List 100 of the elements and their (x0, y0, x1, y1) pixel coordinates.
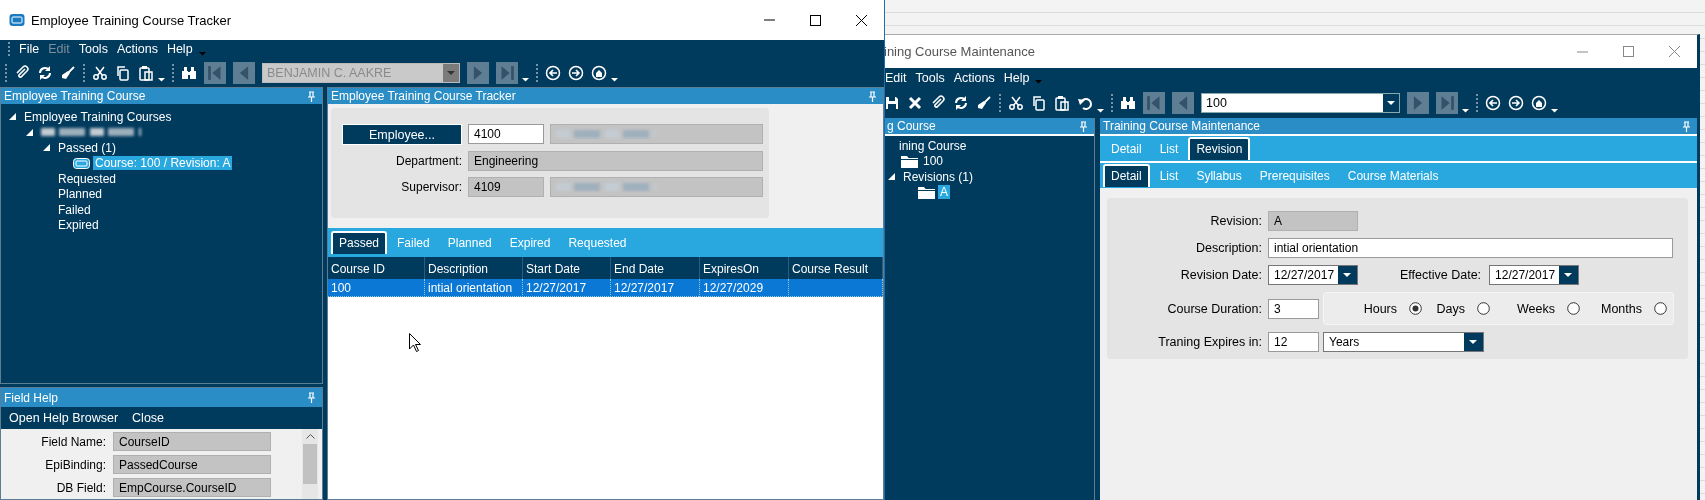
caret-icon[interactable] (1551, 108, 1558, 113)
dropdown-field[interactable]: Years (1323, 332, 1484, 352)
table-row[interactable]: 100 intial orientation 12/27/2017 12/27/2017 12/27/2029 (328, 279, 883, 297)
home-icon[interactable] (1531, 94, 1547, 111)
text-field[interactable]: CourseID (113, 432, 271, 451)
tree-item[interactable]: 100 (921, 154, 946, 169)
pin-icon[interactable] (868, 90, 877, 102)
radio-button[interactable] (1477, 302, 1490, 315)
date-field[interactable]: 12/27/2017 (1268, 265, 1358, 285)
dropdown-button[interactable] (1463, 333, 1483, 351)
date-field[interactable]: 12/27/2017 (1489, 265, 1580, 285)
scrollbar[interactable] (302, 429, 318, 499)
text-field[interactable]: PassedCourse (113, 455, 271, 474)
previous-record-button[interactable] (233, 61, 255, 84)
dropdown-button[interactable] (1383, 93, 1399, 112)
pin-icon[interactable] (1682, 120, 1691, 132)
binoculars-icon[interactable] (181, 64, 197, 81)
text-field[interactable]: Engineering (468, 151, 763, 171)
text-field[interactable]: intial orientation (1268, 238, 1673, 258)
expanded-icon[interactable] (43, 144, 50, 152)
radio-button[interactable] (1409, 302, 1422, 315)
tree-item[interactable]: Passed (1) (56, 140, 119, 155)
next-record-button[interactable] (1407, 91, 1429, 114)
text-field[interactable]: 3 (1268, 298, 1319, 319)
cut-icon[interactable] (1008, 94, 1024, 111)
field-label: EpiBinding: (44, 457, 106, 472)
dropdown-button[interactable] (1558, 266, 1579, 284)
close-icon[interactable] (855, 14, 867, 26)
broom-icon[interactable] (60, 64, 76, 81)
copy-icon[interactable] (115, 64, 131, 81)
field-label: Description: (1195, 241, 1262, 255)
menu-item[interactable]: Help (1003, 70, 1030, 85)
cut-icon[interactable] (92, 64, 108, 81)
forward-icon[interactable] (568, 64, 584, 81)
menu-item[interactable]: Tools (78, 42, 108, 56)
paperclip-icon[interactable] (14, 64, 30, 81)
back-icon[interactable] (1485, 94, 1501, 111)
menu-item[interactable]: Actions (116, 42, 158, 56)
pin-icon[interactable] (307, 90, 316, 102)
home-icon[interactable] (591, 64, 607, 81)
first-record-button[interactable] (1143, 91, 1165, 114)
text-field[interactable]: EmpCourse.CourseID (113, 478, 271, 497)
tree-item[interactable]: Expired (56, 218, 101, 233)
app-icon (9, 13, 25, 27)
field-label: Revision Date: (1179, 268, 1262, 282)
caret-icon[interactable] (158, 77, 165, 82)
table-cell: 12/27/2017 (611, 279, 700, 297)
minimize-icon[interactable] (763, 19, 775, 21)
tab[interactable]: Detail (1103, 164, 1150, 187)
broom-icon[interactable] (976, 94, 992, 111)
text-field[interactable]: 12 (1268, 332, 1319, 352)
expanded-icon[interactable] (26, 128, 33, 136)
toolbar-link[interactable]: Open Help Browser (9, 411, 119, 425)
delete-icon[interactable] (907, 94, 923, 111)
caret-icon[interactable] (611, 77, 618, 82)
next-record-button[interactable] (467, 61, 489, 84)
caret-icon[interactable] (522, 77, 529, 82)
tab[interactable]: Passed (331, 231, 388, 254)
radio-button[interactable] (1654, 302, 1667, 315)
refresh-icon[interactable] (953, 94, 969, 111)
caret-icon[interactable] (1462, 108, 1469, 113)
tab[interactable]: Revision (1188, 137, 1251, 160)
menu-item[interactable]: File (19, 42, 40, 56)
tree-item[interactable]: Requested (56, 171, 119, 186)
menu-item[interactable]: Edit (885, 70, 907, 85)
redacted-text[interactable] (39, 125, 143, 139)
back-icon[interactable] (545, 64, 561, 81)
paste-icon[interactable] (138, 64, 154, 81)
paste-icon[interactable] (1054, 94, 1070, 111)
scroll-up-icon[interactable] (305, 434, 315, 439)
text-field[interactable]: 4109 (468, 177, 544, 197)
toolbar-link[interactable]: Close (132, 411, 165, 425)
menu-item[interactable]: Help (166, 42, 193, 56)
refresh-icon[interactable] (37, 64, 53, 81)
radio-button[interactable] (1567, 302, 1580, 315)
first-record-button[interactable] (204, 61, 226, 84)
binoculars-icon[interactable] (1120, 94, 1136, 111)
save-icon[interactable] (884, 94, 900, 111)
paperclip-icon[interactable] (930, 94, 946, 111)
tree-item[interactable]: Revisions (1) (901, 169, 976, 184)
expanded-icon[interactable] (888, 173, 895, 181)
copy-icon[interactable] (1031, 94, 1047, 111)
forward-icon[interactable] (1508, 94, 1524, 111)
menu-item[interactable]: Tools (915, 70, 945, 85)
maximize-icon[interactable] (809, 14, 821, 26)
pin-icon[interactable] (1079, 120, 1088, 132)
tree-item[interactable]: Failed (56, 202, 93, 217)
text-field[interactable]: A (1268, 211, 1358, 231)
pin-icon[interactable] (307, 392, 316, 403)
employee-button[interactable]: Employee... (342, 124, 462, 145)
dropdown-button[interactable] (1337, 266, 1357, 284)
tree-item[interactable]: ining Course (897, 138, 969, 153)
tree-item[interactable]: Planned (56, 187, 105, 202)
caret-icon[interactable] (1097, 108, 1104, 113)
record-selector[interactable]: 100 (1201, 92, 1400, 113)
expanded-icon[interactable] (9, 113, 16, 121)
previous-record-button[interactable] (1172, 91, 1194, 114)
text-field[interactable]: 4100 (468, 124, 544, 144)
menu-item[interactable]: Actions (953, 70, 995, 85)
tree-item[interactable]: Employee Training Courses (22, 109, 174, 124)
